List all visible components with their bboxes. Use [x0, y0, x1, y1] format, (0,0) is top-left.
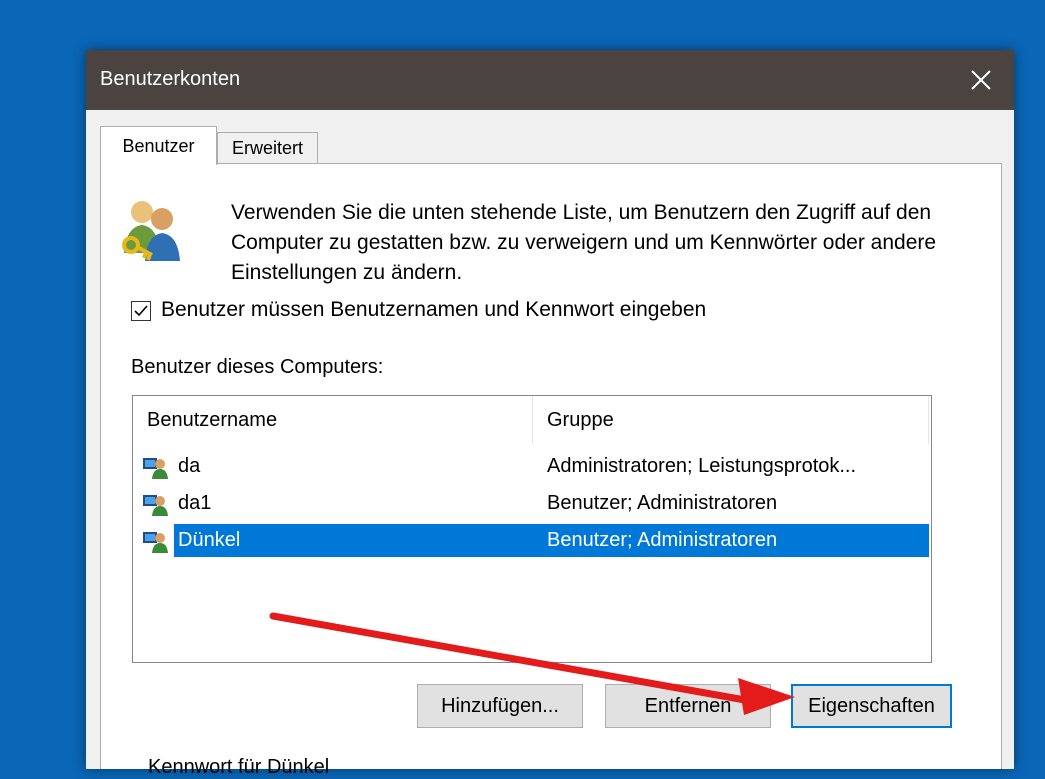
password-section-label: Kennwort für Dünkel: [148, 756, 330, 778]
user-accounts-dialog: Benutzerkonten Benutzer Erweitert Verwen…: [86, 50, 1014, 778]
tab-erweitert[interactable]: Erweitert: [217, 132, 318, 164]
users-key-icon: [122, 201, 180, 261]
properties-button[interactable]: Eigenschaften: [791, 684, 952, 728]
title-bar[interactable]: Benutzerkonten: [86, 50, 1014, 110]
column-header-username[interactable]: Benutzername: [133, 396, 533, 444]
cell-group: Administratoren; Leistungsprotok...: [547, 455, 857, 477]
column-header-group[interactable]: Gruppe: [533, 396, 929, 444]
require-login-checkbox[interactable]: [131, 301, 151, 321]
users-listview[interactable]: Benutzername Gruppe da Administratoren; …: [132, 395, 932, 663]
require-login-label[interactable]: Benutzer müssen Benutzernamen und Kennwo…: [161, 298, 706, 322]
users-list-label: Benutzer dieses Computers:: [131, 356, 384, 378]
close-icon: [971, 70, 991, 90]
cell-group: Benutzer; Administratoren: [535, 524, 929, 557]
intro-text: Verwenden Sie die unten stehende Liste, …: [231, 201, 937, 284]
window-title: Benutzerkonten: [100, 68, 241, 90]
cell-username: da1: [178, 492, 212, 514]
close-button[interactable]: [948, 50, 1014, 110]
table-row-da[interactable]: da Administratoren; Leistungsprotok...: [133, 450, 929, 483]
checkmark-icon: [134, 305, 148, 317]
cell-username: Dünkel: [174, 524, 535, 557]
cell-group: Benutzer; Administratoren: [547, 492, 778, 514]
user-icon: [143, 532, 168, 553]
cell-username: da: [178, 455, 201, 477]
user-icon: [143, 458, 168, 479]
remove-button[interactable]: Entfernen: [605, 684, 771, 728]
user-icon: [143, 495, 168, 516]
table-row-da1[interactable]: da1 Benutzer; Administratoren: [133, 487, 929, 520]
table-row-duenkel[interactable]: Dünkel Benutzer; Administratoren: [133, 524, 929, 557]
tab-benutzer[interactable]: Benutzer: [100, 126, 217, 165]
add-button[interactable]: Hinzufügen...: [417, 684, 583, 728]
